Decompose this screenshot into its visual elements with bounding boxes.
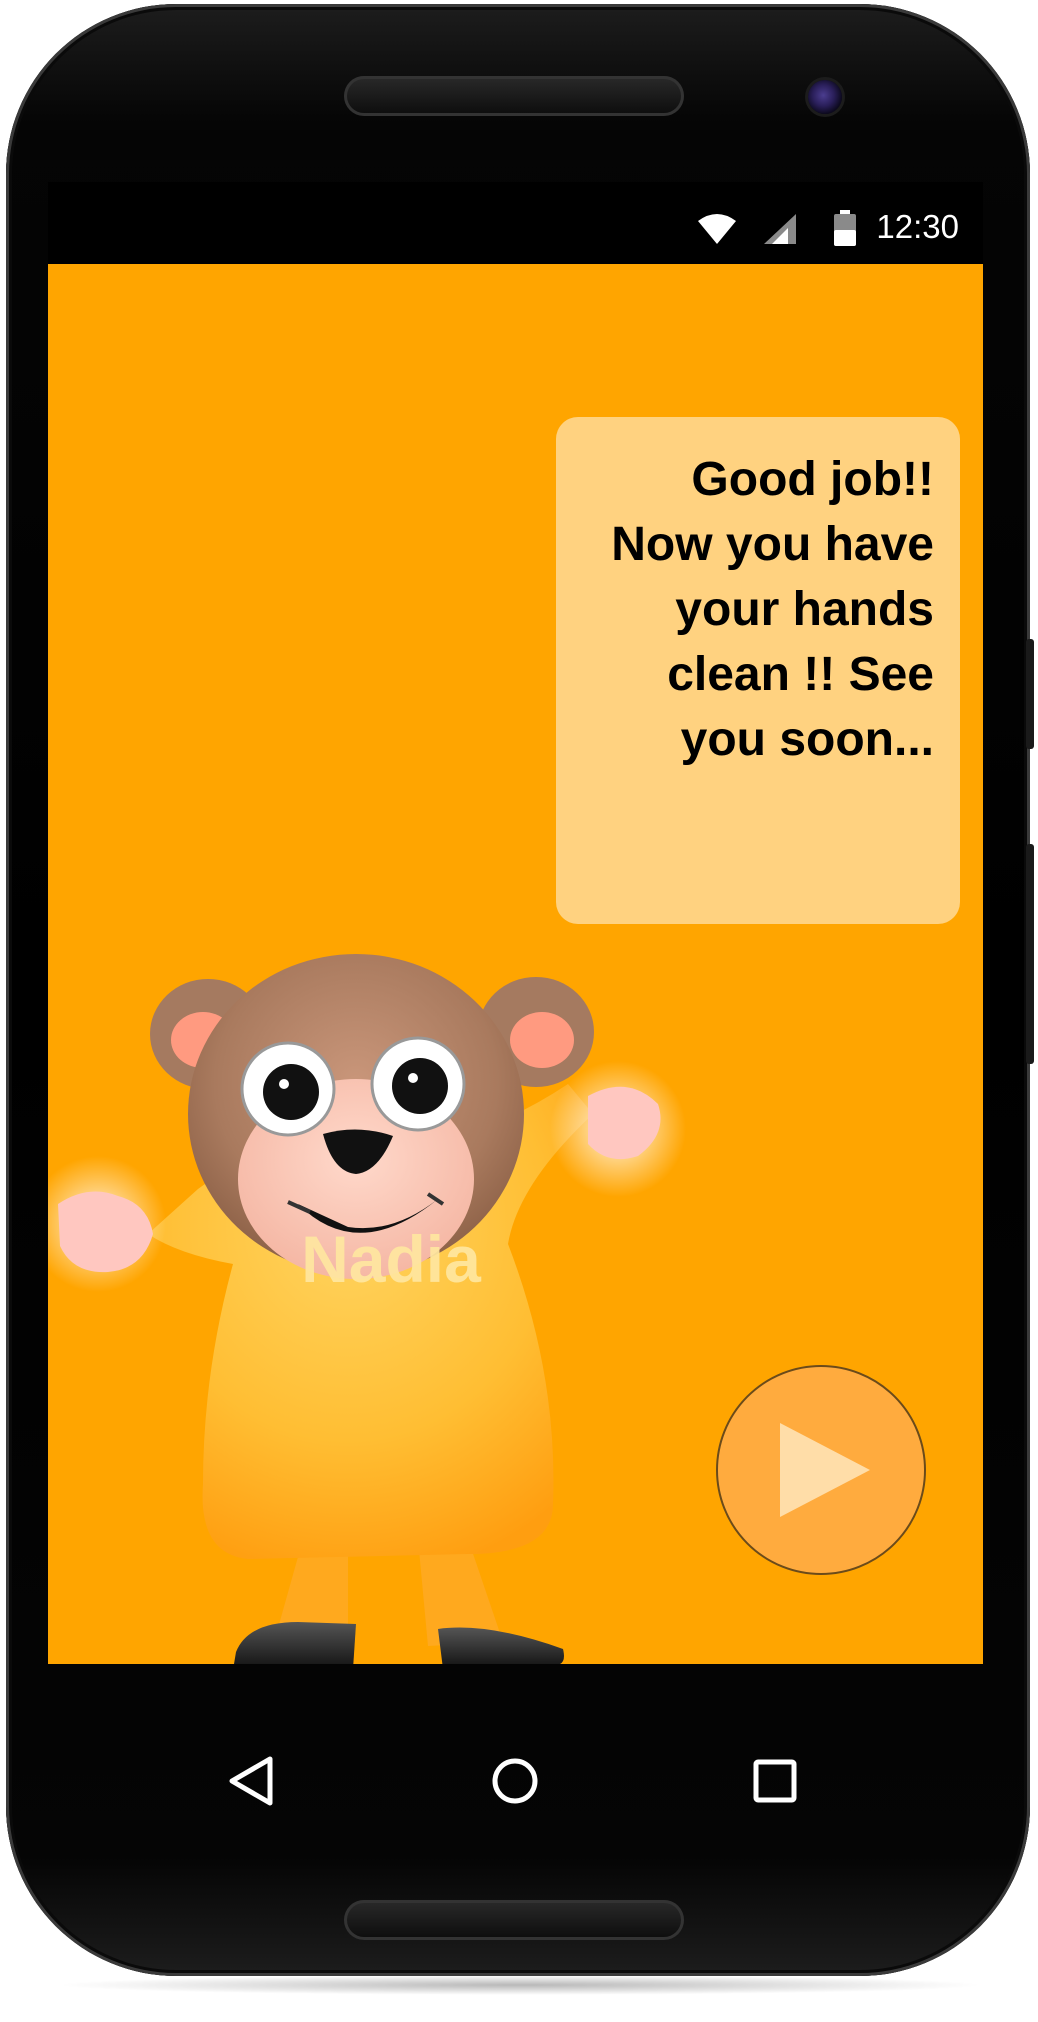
front-camera <box>808 80 842 114</box>
status-bar: 12:30 <box>48 182 983 264</box>
status-time: 12:30 <box>876 208 959 245</box>
character-name: Nadia <box>301 1222 481 1296</box>
back-button[interactable] <box>220 1746 290 1816</box>
speech-bubble-text: Good job!! Now you have your hands clean… <box>576 447 934 772</box>
bear-mascot: Nadia <box>48 784 688 1664</box>
app-screen: Good job!! Now you have your hands clean… <box>48 264 983 1664</box>
bubble-line: you soon... <box>680 713 934 766</box>
power-button <box>1026 844 1034 1064</box>
bubble-line: Good job!! <box>691 453 934 506</box>
android-nav-bar <box>48 1664 983 1904</box>
bubble-line: clean !! See <box>667 648 934 701</box>
play-button[interactable] <box>716 1365 926 1575</box>
home-button[interactable] <box>480 1746 550 1816</box>
home-circle-icon <box>492 1758 538 1804</box>
recents-button[interactable] <box>740 1746 810 1816</box>
back-triangle-icon <box>229 1756 273 1806</box>
play-icon <box>780 1423 870 1517</box>
device-shadow <box>55 1975 985 1995</box>
volume-button <box>1026 639 1034 749</box>
cellular-signal-icon <box>764 214 796 249</box>
recents-square-icon <box>753 1759 797 1803</box>
bottom-speaker <box>344 1900 684 1940</box>
wifi-icon <box>698 214 736 249</box>
bubble-line: Now you have <box>611 518 934 571</box>
top-speaker <box>344 76 684 116</box>
bubble-line: your hands <box>675 583 934 636</box>
battery-icon <box>834 210 856 251</box>
